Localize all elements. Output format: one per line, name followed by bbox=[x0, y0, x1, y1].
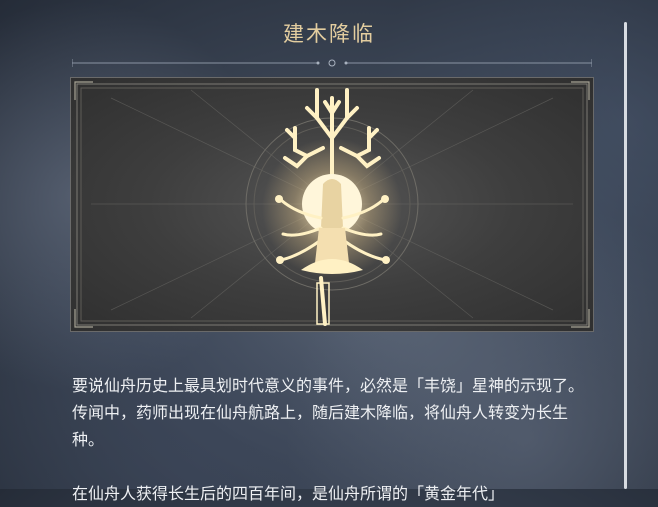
description-paragraph: 在仙舟人获得长生后的四百年间，是仙舟所谓的「黄金年代」 bbox=[72, 484, 505, 503]
abundance-deity-emblem-icon bbox=[275, 88, 390, 326]
title-divider bbox=[72, 59, 592, 67]
scrollbar[interactable] bbox=[624, 22, 627, 489]
page-title: 建木降临 bbox=[283, 22, 375, 46]
event-artwork-card bbox=[71, 78, 593, 331]
description-paragraph: 要说仙舟历史上最具划时代意义的事件，必然是「丰饶」星神的示现了。传闻中，药师出现… bbox=[72, 376, 585, 449]
event-description: 要说仙舟历史上最具划时代意义的事件，必然是「丰饶」星神的示现了。传闻中，药师出现… bbox=[72, 372, 592, 507]
